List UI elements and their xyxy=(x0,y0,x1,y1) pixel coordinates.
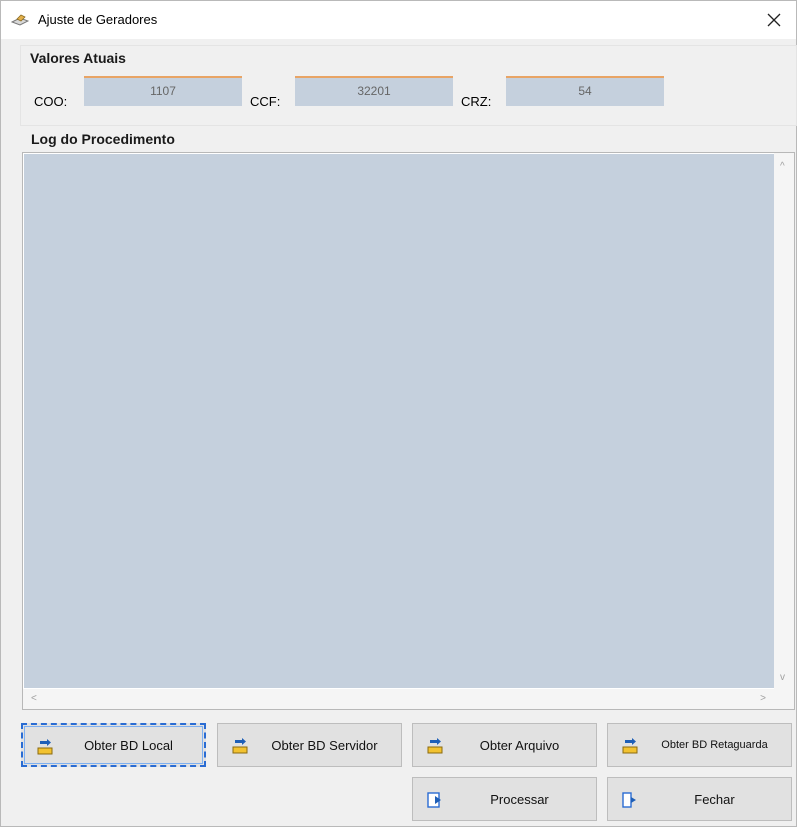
close-icon xyxy=(767,13,781,27)
play-document-icon xyxy=(427,792,441,808)
scroll-left-icon[interactable]: < xyxy=(31,693,37,704)
database-import-icon xyxy=(622,738,638,754)
crz-field[interactable]: 54 xyxy=(506,76,664,106)
valores-atuais-group: Valores Atuais COO: 1107 CCF: 32201 CRZ:… xyxy=(20,45,797,126)
ccf-field[interactable]: 32201 xyxy=(295,76,453,106)
obter-bd-retaguarda-label: Obter BD Retaguarda xyxy=(661,739,768,751)
scroll-down-icon[interactable]: v xyxy=(780,672,785,683)
close-button[interactable] xyxy=(752,1,796,39)
log-textarea[interactable]: ^ v < > xyxy=(22,152,795,710)
coo-label: COO: xyxy=(34,94,68,109)
obter-bd-servidor-label: Obter BD Servidor xyxy=(271,737,378,753)
database-import-icon xyxy=(37,739,53,755)
scroll-right-icon[interactable]: > xyxy=(760,693,766,704)
scroll-up-icon[interactable]: ^ xyxy=(780,161,785,172)
obter-bd-local-label: Obter BD Local xyxy=(84,737,173,753)
file-import-icon xyxy=(427,738,443,754)
dialog-window: Ajuste de Geradores Valores Atuais COO: … xyxy=(0,0,797,827)
log-title: Log do Procedimento xyxy=(31,131,175,147)
obter-bd-local-button[interactable]: Obter BD Local xyxy=(21,723,206,767)
title-bar: Ajuste de Geradores xyxy=(1,1,796,39)
processar-button[interactable]: Processar xyxy=(412,777,597,821)
fechar-label: Fechar xyxy=(694,791,735,807)
obter-arquivo-button[interactable]: Obter Arquivo xyxy=(412,723,597,767)
app-icon xyxy=(11,14,29,26)
horizontal-scrollbar[interactable]: < > xyxy=(23,689,794,709)
valores-atuais-title: Valores Atuais xyxy=(30,50,126,66)
window-title: Ajuste de Geradores xyxy=(38,12,158,27)
log-content[interactable] xyxy=(24,154,774,688)
fechar-button[interactable]: Fechar xyxy=(607,777,792,821)
obter-bd-retaguarda-button[interactable]: Obter BD Retaguarda xyxy=(607,723,792,767)
obter-arquivo-label: Obter Arquivo xyxy=(479,737,560,753)
processar-label: Processar xyxy=(490,791,549,807)
ccf-label: CCF: xyxy=(250,94,281,109)
database-import-icon xyxy=(232,738,248,754)
coo-field[interactable]: 1107 xyxy=(84,76,242,106)
exit-door-icon xyxy=(622,792,636,808)
crz-label: CRZ: xyxy=(461,94,492,109)
obter-bd-servidor-button[interactable]: Obter BD Servidor xyxy=(217,723,402,767)
vertical-scrollbar[interactable]: ^ v xyxy=(774,153,794,689)
